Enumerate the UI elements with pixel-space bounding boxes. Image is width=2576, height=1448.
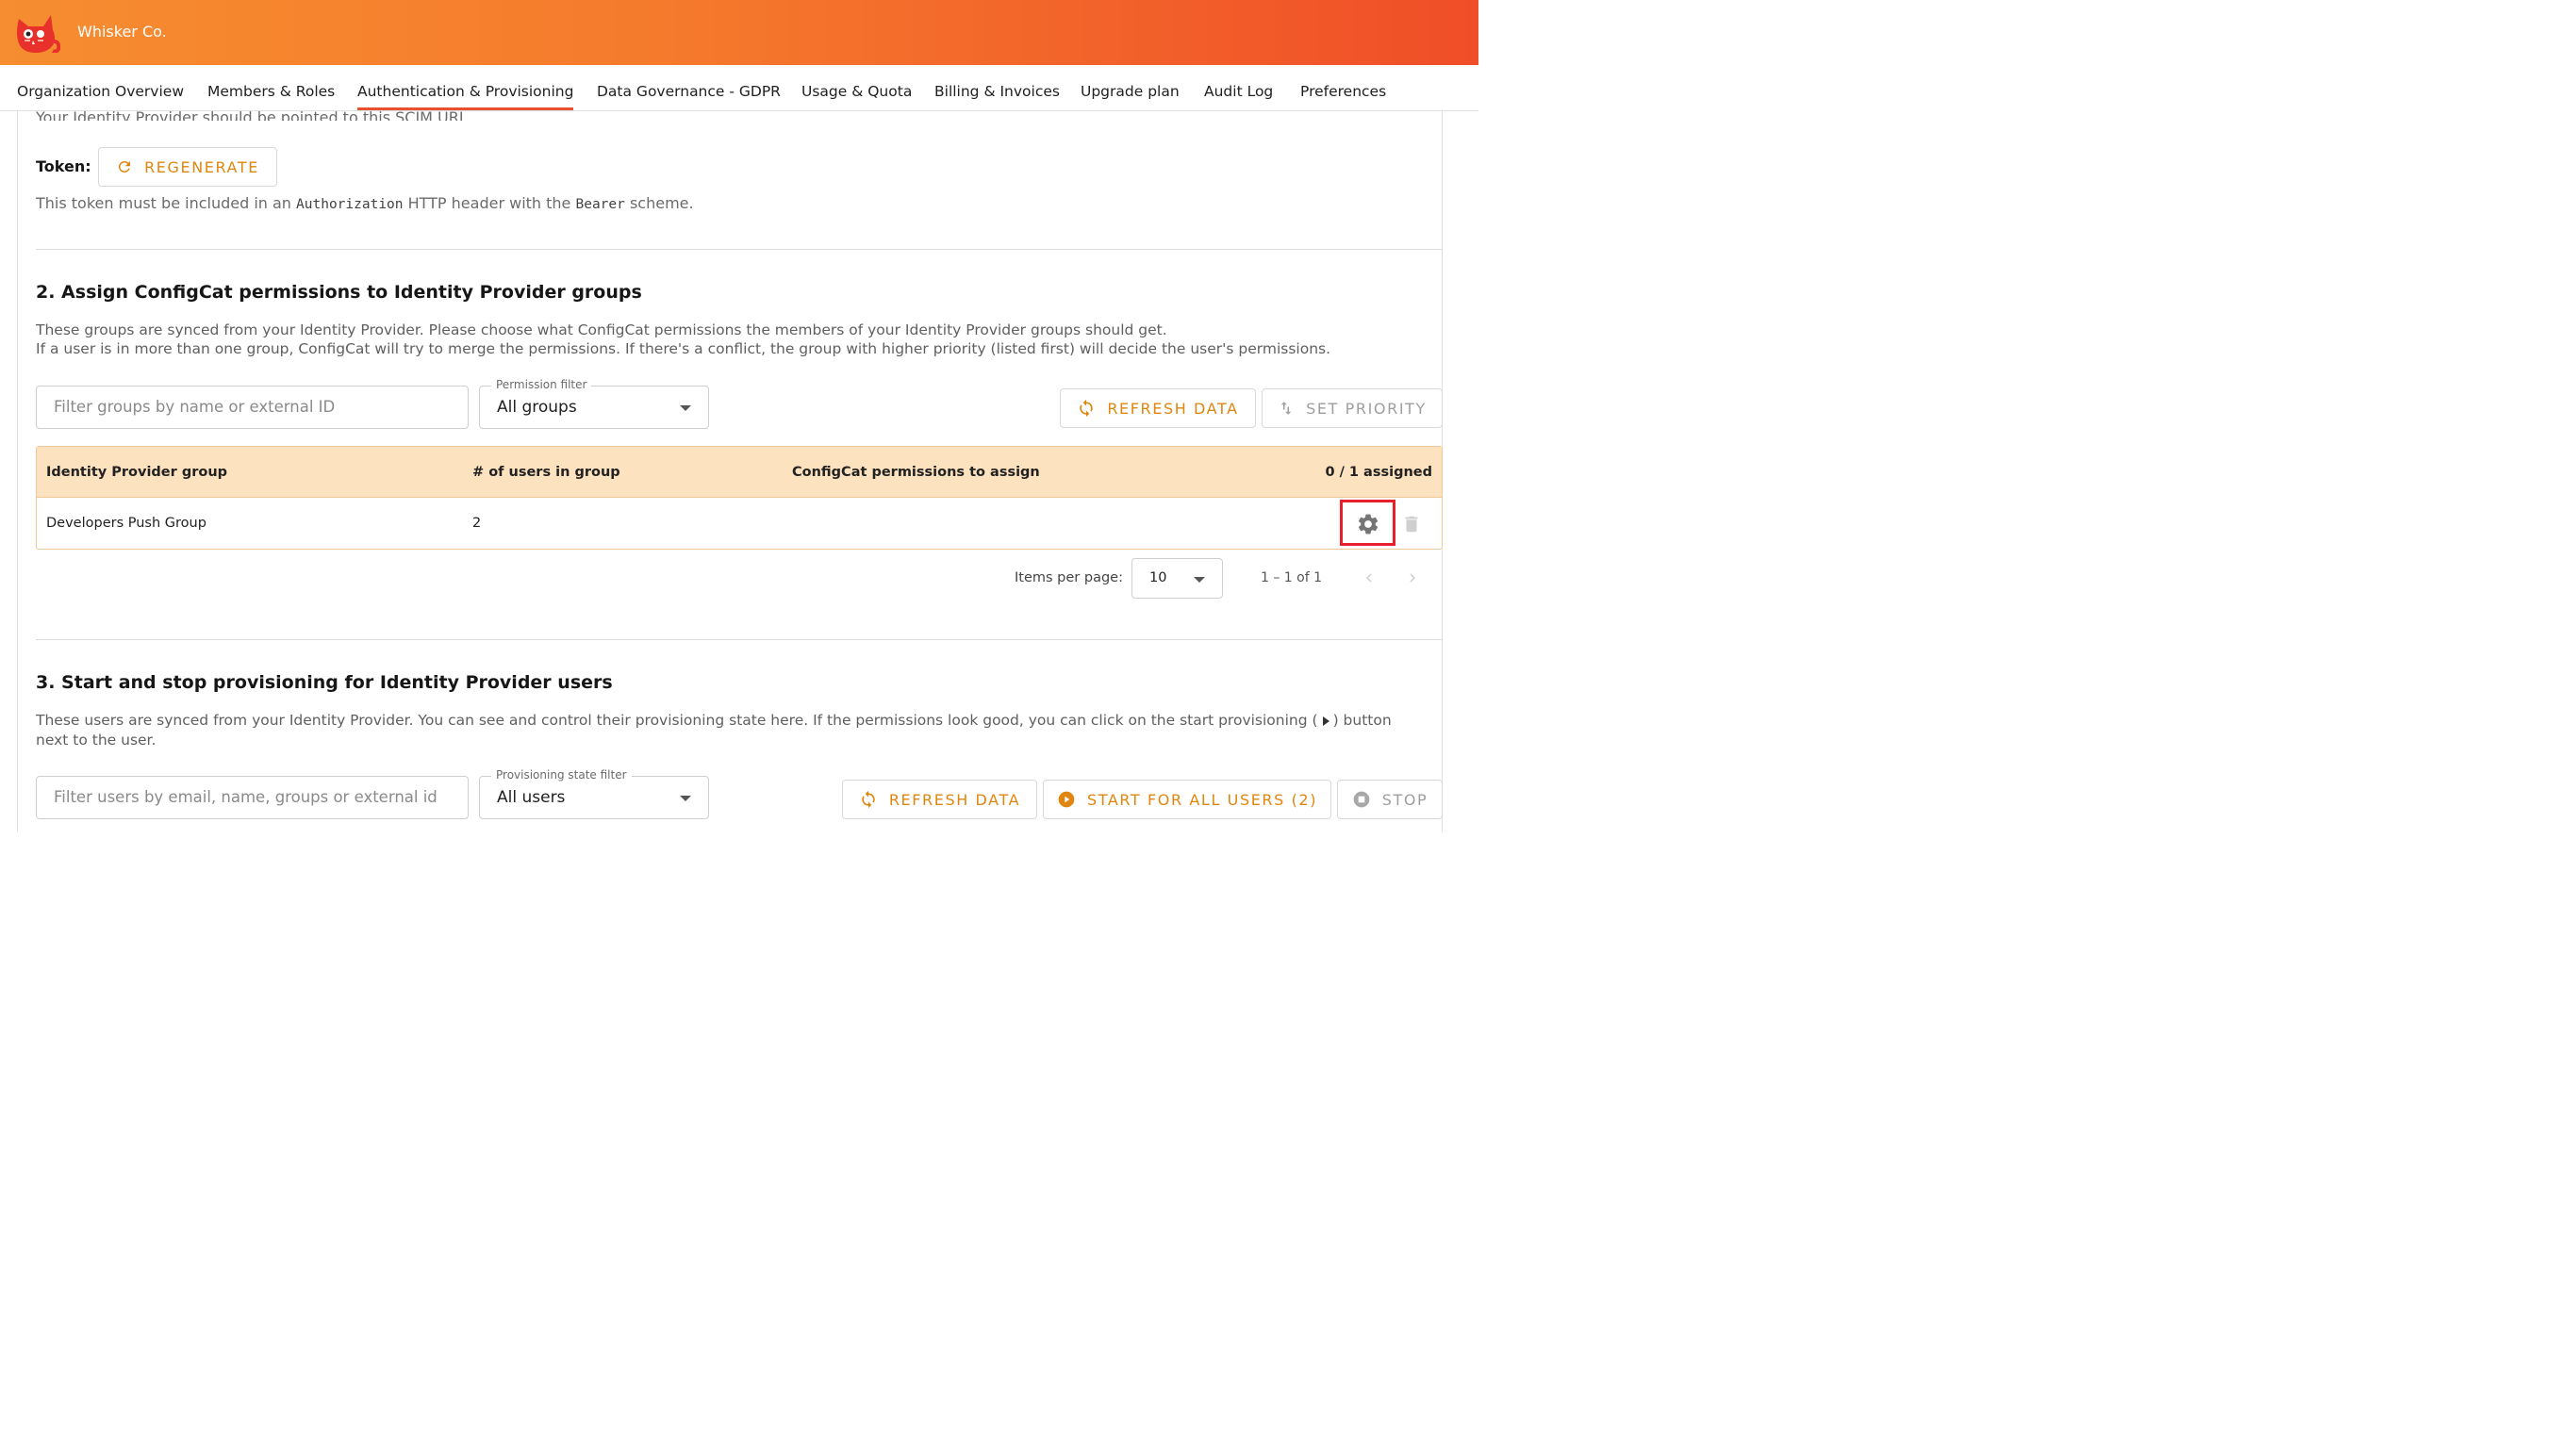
code-bearer: Bearer xyxy=(575,197,625,212)
section3-desc-line1: These users are synced from your Identit… xyxy=(36,712,1392,729)
token-note-text: HTTP header with the xyxy=(403,194,576,212)
page-range: 1 – 1 of 1 xyxy=(1261,570,1323,585)
refresh-groups-button[interactable]: REFRESH DATA xyxy=(1060,388,1256,428)
section3-title: 3. Start and stop provisioning for Ident… xyxy=(36,672,613,693)
provisioning-state-select[interactable]: Provisioning state filter All users xyxy=(479,768,709,819)
user-filter-placeholder: Filter users by email, name, groups or e… xyxy=(54,788,438,806)
page-size-select[interactable]: 10 xyxy=(1131,558,1223,599)
token-label: Token: xyxy=(36,157,91,175)
group-filter-input[interactable]: Filter groups by name or external ID xyxy=(36,386,469,429)
chevron-down-icon xyxy=(680,796,691,801)
user-filter-input[interactable]: Filter users by email, name, groups or e… xyxy=(36,776,469,819)
tab-billing-invoices[interactable]: Billing & Invoices xyxy=(934,65,1060,110)
section2-desc-line1: These groups are synced from your Identi… xyxy=(36,321,1167,338)
settings-tabs: Organization Overview Members & Roles Au… xyxy=(0,65,1478,111)
app-header: Whisker Co. xyxy=(0,0,1478,65)
section3-desc-text: These users are synced from your Identit… xyxy=(36,712,1318,729)
stop-circle-icon xyxy=(1353,791,1370,808)
token-note-text: scheme. xyxy=(624,194,694,212)
swap-vertical-icon xyxy=(1280,402,1292,415)
group-filter-placeholder: Filter groups by name or external ID xyxy=(54,398,336,416)
refresh-groups-label: REFRESH DATA xyxy=(1107,399,1239,418)
section3-desc-text: ) button xyxy=(1332,712,1392,729)
chevron-down-icon xyxy=(1194,577,1205,583)
section3-desc-line2: next to the user. xyxy=(36,732,157,749)
header-permissions: ConfigCat permissions to assign xyxy=(792,465,1040,480)
tab-upgrade-plan[interactable]: Upgrade plan xyxy=(1081,65,1180,110)
refresh-icon xyxy=(119,160,131,173)
chevron-left-icon xyxy=(1366,573,1372,583)
delete-group-button[interactable] xyxy=(1398,510,1425,538)
sync-icon xyxy=(1080,399,1093,418)
highlight-box xyxy=(1340,500,1395,546)
tab-organization-overview[interactable]: Organization Overview xyxy=(17,65,184,110)
next-page-button[interactable] xyxy=(1401,566,1424,590)
stop-label: STOP xyxy=(1381,790,1428,809)
refresh-users-button[interactable]: REFRESH DATA xyxy=(842,780,1037,819)
regenerate-button[interactable]: REGENERATE xyxy=(98,147,277,187)
tab-audit-log[interactable]: Audit Log xyxy=(1204,65,1273,110)
trash-icon xyxy=(1405,516,1418,533)
token-note: This token must be included in an Author… xyxy=(36,194,694,212)
configcat-logo-icon[interactable] xyxy=(15,13,60,53)
set-priority-label: SET PRIORITY xyxy=(1306,399,1427,418)
start-all-users-label: START FOR ALL USERS (2) xyxy=(1086,790,1318,809)
play-icon xyxy=(1322,716,1329,726)
tab-members-roles[interactable]: Members & Roles xyxy=(207,65,335,110)
divider xyxy=(36,249,1443,250)
row-user-count: 2 xyxy=(472,516,482,531)
table-header xyxy=(37,447,1442,498)
provisioning-state-label: Provisioning state filter xyxy=(491,768,632,782)
refresh-users-label: REFRESH DATA xyxy=(888,790,1021,809)
set-priority-button[interactable]: SET PRIORITY xyxy=(1262,388,1443,428)
section2-desc-line2: If a user is in more than one group, Con… xyxy=(36,340,1331,357)
chevron-down-icon xyxy=(680,405,691,411)
tab-authentication-provisioning[interactable]: Authentication & Provisioning xyxy=(357,65,574,110)
sync-icon xyxy=(862,790,875,809)
tab-usage-quota[interactable]: Usage & Quota xyxy=(801,65,912,110)
permission-filter-value: All groups xyxy=(497,398,577,417)
play-circle-icon xyxy=(1058,791,1075,808)
permission-filter-label: Permission filter xyxy=(491,378,592,391)
divider xyxy=(36,639,1443,640)
code-authorization: Authorization xyxy=(296,197,404,212)
groups-table: Identity Provider group # of users in gr… xyxy=(36,446,1443,550)
section2-title: 2. Assign ConfigCat permissions to Ident… xyxy=(36,282,642,303)
row-group-name: Developers Push Group xyxy=(46,516,206,531)
start-all-users-button[interactable]: START FOR ALL USERS (2) xyxy=(1043,780,1331,819)
page-size-value: 10 xyxy=(1149,570,1167,585)
regenerate-label: REGENERATE xyxy=(144,157,259,176)
header-assigned-count: 0 / 1 assigned xyxy=(1325,465,1432,480)
token-note-text: This token must be included in an xyxy=(36,194,297,212)
tab-data-governance[interactable]: Data Governance - GDPR xyxy=(597,65,781,110)
provisioning-state-value: All users xyxy=(497,788,566,807)
stop-button[interactable]: STOP xyxy=(1337,780,1443,819)
permission-filter-select[interactable]: Permission filter All groups xyxy=(479,378,709,429)
prev-page-button[interactable] xyxy=(1358,566,1380,590)
org-name[interactable]: Whisker Co. xyxy=(77,23,167,41)
scim-url-hint: Your Identity Provider should be pointed… xyxy=(36,108,472,121)
header-user-count: # of users in group xyxy=(472,465,620,480)
header-idp-group: Identity Provider group xyxy=(46,465,228,480)
chevron-right-icon xyxy=(1410,573,1415,583)
items-per-page-label: Items per page: xyxy=(1015,570,1123,585)
tab-preferences[interactable]: Preferences xyxy=(1300,65,1386,110)
